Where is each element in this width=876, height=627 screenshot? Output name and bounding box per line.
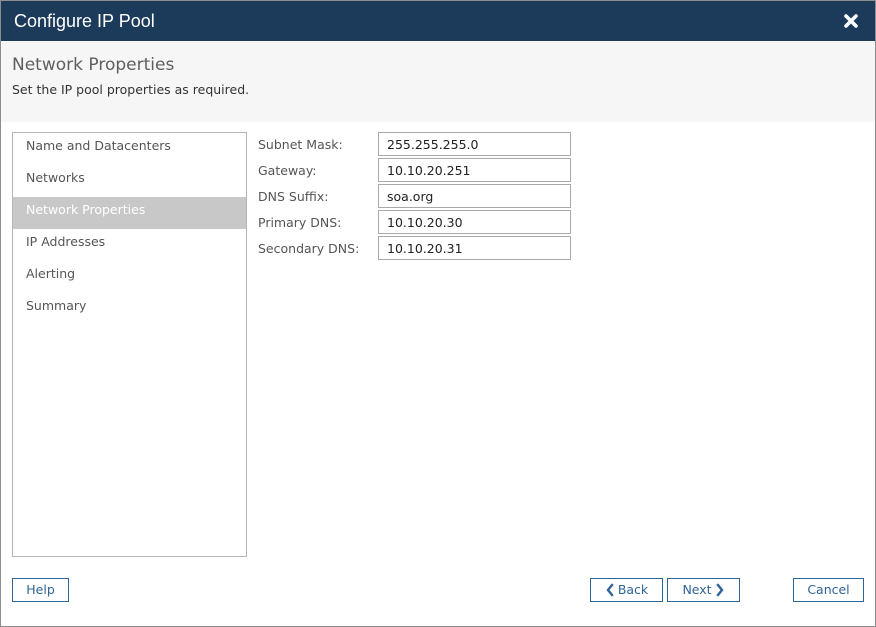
wizard-steps: Name and Datacenters Networks Network Pr… — [12, 132, 247, 557]
back-button[interactable]: Back — [590, 578, 663, 602]
primary-dns-row: Primary DNS: — [258, 210, 578, 234]
subnet-mask-label: Subnet Mask: — [258, 137, 343, 152]
step-network-properties[interactable]: Network Properties — [13, 197, 246, 229]
secondary-dns-row: Secondary DNS: — [258, 236, 578, 260]
page-description: Set the IP pool properties as required. — [12, 82, 250, 97]
gateway-row: Gateway: — [258, 158, 578, 182]
secondary-dns-input[interactable] — [378, 236, 571, 260]
dialog-title: Configure IP Pool — [14, 11, 155, 31]
page-title: Network Properties — [12, 55, 175, 75]
dns-suffix-input[interactable] — [378, 184, 571, 208]
dns-suffix-row: DNS Suffix: — [258, 184, 578, 208]
step-networks[interactable]: Networks — [13, 165, 246, 197]
dialog-titlebar: Configure IP Pool — [1, 1, 875, 41]
help-button[interactable]: Help — [12, 578, 69, 602]
step-alerting[interactable]: Alerting — [13, 261, 246, 293]
primary-dns-input[interactable] — [378, 210, 571, 234]
help-button-label: Help — [26, 582, 55, 597]
cancel-button[interactable]: Cancel — [793, 578, 864, 602]
configure-ip-pool-dialog: Configure IP Pool Network Properties Set… — [0, 0, 876, 627]
close-icon[interactable] — [841, 11, 861, 31]
subnet-mask-row: Subnet Mask: — [258, 132, 578, 156]
page-header: Network Properties Set the IP pool prope… — [1, 41, 875, 122]
step-summary[interactable]: Summary — [13, 293, 246, 325]
step-name-and-datacenters[interactable]: Name and Datacenters — [13, 133, 246, 165]
gateway-label: Gateway: — [258, 163, 317, 178]
dns-suffix-label: DNS Suffix: — [258, 189, 329, 204]
subnet-mask-input[interactable] — [378, 132, 571, 156]
step-ip-addresses[interactable]: IP Addresses — [13, 229, 246, 261]
chevron-right-icon — [715, 579, 725, 609]
next-button-label: Next — [682, 582, 712, 597]
gateway-input[interactable] — [378, 158, 571, 182]
chevron-left-icon — [605, 579, 614, 609]
cancel-button-label: Cancel — [807, 582, 850, 597]
back-button-label: Back — [617, 582, 649, 597]
next-button[interactable]: Next — [667, 578, 740, 602]
primary-dns-label: Primary DNS: — [258, 215, 342, 230]
secondary-dns-label: Secondary DNS: — [258, 241, 360, 256]
